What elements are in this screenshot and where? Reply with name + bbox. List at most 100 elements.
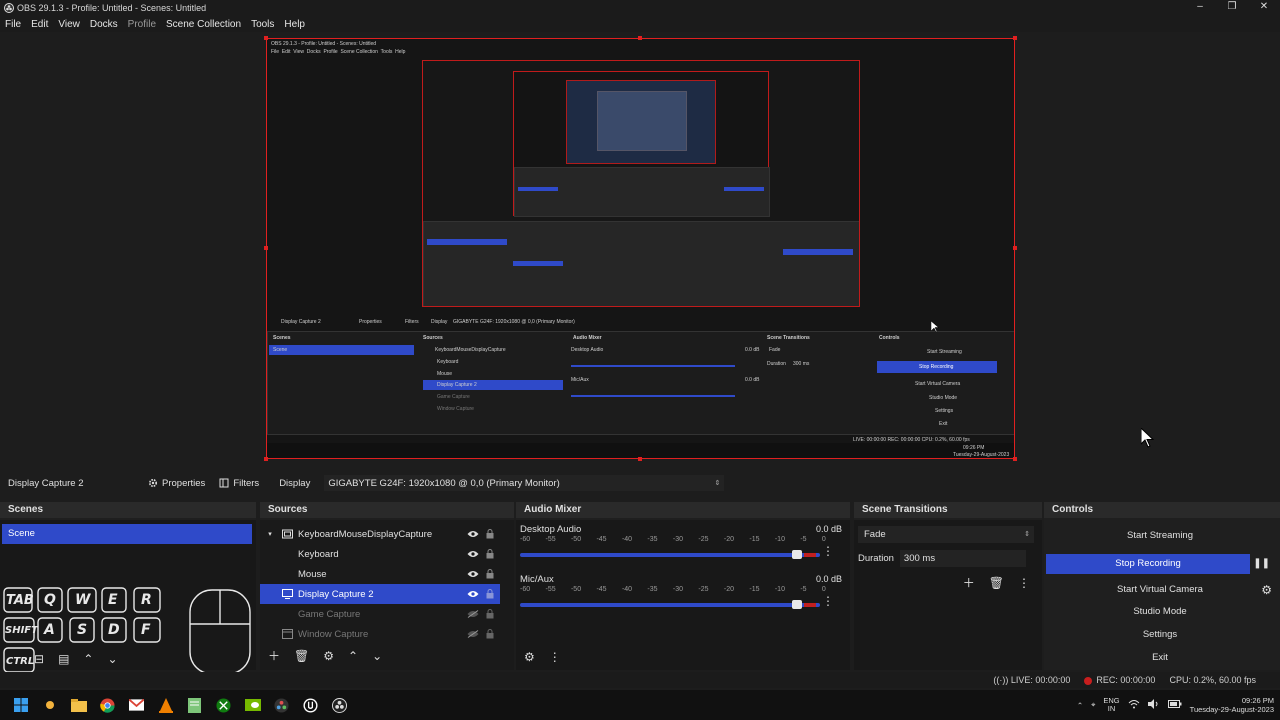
source-label: Window Capture <box>298 628 369 640</box>
resize-handle-l[interactable] <box>264 246 268 250</box>
menu-file[interactable]: File <box>0 19 26 30</box>
resize-handle-bl[interactable] <box>264 457 268 461</box>
lock-icon[interactable] <box>484 569 496 579</box>
remove-transition-icon[interactable]: 🗑 <box>989 576 1004 590</box>
volume-slider-track[interactable] <box>520 603 820 607</box>
nvidia-icon[interactable] <box>238 690 267 720</box>
maximize-button[interactable]: ❐ <box>1216 0 1248 16</box>
pause-recording-icon[interactable]: ❚❚ <box>1253 554 1270 574</box>
exit-button[interactable]: Exit <box>1046 648 1274 668</box>
menu-tools[interactable]: Tools <box>246 19 279 30</box>
vlc-icon[interactable] <box>151 690 180 720</box>
lock-icon[interactable] <box>484 609 496 619</box>
add-source-icon[interactable]: ＋ <box>268 647 280 664</box>
resize-handle-r[interactable] <box>1013 246 1017 250</box>
resize-handle-tl[interactable] <box>264 36 268 40</box>
move-scene-down-icon[interactable]: ⌄ <box>107 652 117 666</box>
menu-edit[interactable]: Edit <box>26 19 53 30</box>
source-row-display-capture[interactable]: Display Capture 2 <box>260 584 500 604</box>
start-streaming-button[interactable]: Start Streaming <box>1046 526 1274 546</box>
weather-icon[interactable] <box>35 690 64 720</box>
duration-spinbox[interactable]: 300 ms <box>899 550 1026 567</box>
visibility-eye-icon[interactable] <box>466 590 480 598</box>
obs-taskbar-icon[interactable] <box>325 690 354 720</box>
menu-help[interactable]: Help <box>279 19 310 30</box>
menu-scene-collection[interactable]: Scene Collection <box>161 19 246 30</box>
filters-button[interactable]: Filters <box>219 478 259 489</box>
studio-mode-button[interactable]: Studio Mode <box>1046 602 1274 622</box>
volume-slider-thumb[interactable] <box>792 550 802 559</box>
gmail-icon[interactable] <box>122 690 151 720</box>
resize-handle-tr[interactable] <box>1013 36 1017 40</box>
resize-handle-br[interactable] <box>1013 457 1017 461</box>
virtual-camera-gear-icon[interactable]: ⚙ <box>1261 580 1272 600</box>
source-row-group[interactable]: ▾ KeyboardMouseDisplayCapture <box>260 524 500 544</box>
mixer-menu-icon[interactable]: ⋮ <box>549 650 561 664</box>
source-row-game-capture[interactable]: Game Capture <box>260 604 500 624</box>
source-properties-gear-icon[interactable]: ⚙ <box>323 649 334 663</box>
xbox-icon[interactable] <box>209 690 238 720</box>
wifi-icon[interactable] <box>1128 699 1140 711</box>
location-pin-icon[interactable]: ⌖ <box>1091 700 1095 710</box>
nested-source-3: Mouse <box>437 371 453 377</box>
advanced-audio-gear-icon[interactable]: ⚙ <box>524 650 535 664</box>
display-capture-frame[interactable]: OBS 29.1.3 - Profile: Untitled - Scenes:… <box>266 38 1015 459</box>
visibility-eye-icon[interactable] <box>466 550 480 558</box>
chevron-up-icon[interactable]: ⌃ <box>1077 701 1083 710</box>
add-transition-icon[interactable]: ＋ <box>963 574 975 591</box>
lock-icon[interactable] <box>484 589 496 599</box>
unreal-icon[interactable] <box>296 690 325 720</box>
key-q: Q <box>44 592 56 608</box>
chrome-icon[interactable] <box>93 690 122 720</box>
close-button[interactable]: ✕ <box>1248 0 1280 16</box>
settings-button[interactable]: Settings <box>1046 625 1274 645</box>
filter-scene-icon[interactable]: ⊟ <box>34 652 44 666</box>
source-row-mouse[interactable]: Mouse <box>260 564 500 584</box>
nested-display: Display <box>431 319 448 325</box>
transition-select[interactable]: Fade ⇕ <box>858 526 1034 543</box>
taskbar-clock[interactable]: 09:26 PM Tuesday-29-August-2023 <box>1190 696 1274 714</box>
scene-item[interactable]: Scene <box>2 524 252 544</box>
lock-icon[interactable] <box>484 529 496 539</box>
transition-menu-icon[interactable]: ⋮ <box>1018 576 1030 590</box>
remove-source-icon[interactable]: 🗑 <box>294 649 309 663</box>
key-shift: SHIFT <box>5 625 38 636</box>
volume-icon[interactable] <box>1147 699 1160 711</box>
davinci-icon[interactable] <box>267 690 296 720</box>
volume-slider-track[interactable] <box>520 553 820 557</box>
chevron-down-icon[interactable]: ▾ <box>264 530 276 538</box>
source-row-keyboard[interactable]: Keyboard <box>260 544 500 564</box>
stop-recording-button[interactable]: Stop Recording <box>1046 554 1250 574</box>
menu-view[interactable]: View <box>53 19 85 30</box>
move-scene-up-icon[interactable]: ⌃ <box>83 652 93 666</box>
display-select[interactable]: GIGABYTE G24F: 1920x1080 @ 0,0 (Primary … <box>324 475 725 491</box>
start-virtual-camera-button[interactable]: Start Virtual Camera <box>1046 580 1274 600</box>
volume-slider-thumb[interactable] <box>792 600 802 609</box>
channel-menu-icon[interactable]: ⋮ <box>822 544 834 558</box>
properties-button[interactable]: Properties <box>148 478 205 489</box>
hidden-eye-icon[interactable] <box>466 630 480 638</box>
minimize-button[interactable]: – <box>1184 0 1216 16</box>
preview-canvas[interactable]: OBS 29.1.3 - Profile: Untitled - Scenes:… <box>0 32 1280 468</box>
channel-menu-icon[interactable]: ⋮ <box>822 594 834 608</box>
menu-profile[interactable]: Profile <box>123 19 161 30</box>
input-language[interactable]: ENG IN <box>1103 697 1119 713</box>
hidden-eye-icon[interactable] <box>466 610 480 618</box>
lock-icon[interactable] <box>484 549 496 559</box>
windows-start-icon[interactable] <box>6 690 35 720</box>
resize-handle-b[interactable] <box>638 457 642 461</box>
file-explorer-icon[interactable] <box>64 690 93 720</box>
menu-docks[interactable]: Docks <box>85 19 123 30</box>
scenes-toolbar: ⊟ ▤ ⌃ ⌄ <box>34 652 118 666</box>
source-row-window-capture[interactable]: Window Capture <box>260 624 500 644</box>
resize-handle-t[interactable] <box>638 36 642 40</box>
visibility-eye-icon[interactable] <box>466 530 480 538</box>
lock-icon[interactable] <box>484 629 496 639</box>
nested-preview-level-2 <box>422 60 860 307</box>
move-down-icon[interactable]: ⌄ <box>372 649 382 663</box>
battery-icon[interactable] <box>1167 700 1182 710</box>
move-up-icon[interactable]: ⌃ <box>348 649 358 663</box>
visibility-eye-icon[interactable] <box>466 570 480 578</box>
scene-filters-icon[interactable]: ▤ <box>58 652 69 666</box>
notepad-icon[interactable] <box>180 690 209 720</box>
